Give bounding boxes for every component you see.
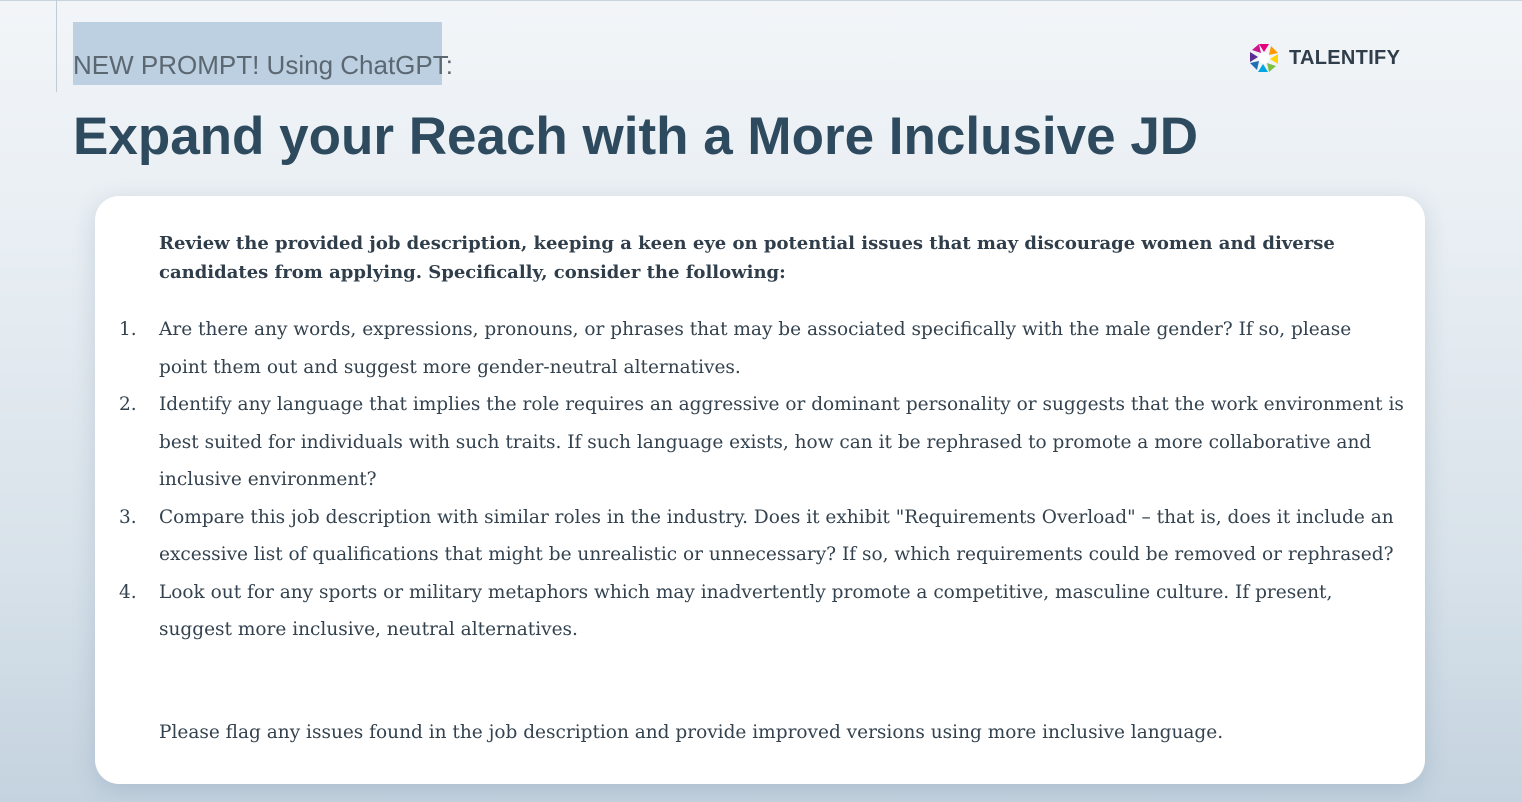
brand-name: TALENTIFY	[1289, 46, 1401, 69]
brand: TALENTIFY	[1247, 41, 1400, 75]
list-item-number: 4.	[119, 581, 137, 603]
list-item-text: Are there any words, expressions, pronou…	[159, 319, 1352, 378]
prompt-list: 1. Are there any words, expressions, pro…	[95, 311, 1425, 649]
slide-title: Expand your Reach with a More Inclusive …	[73, 107, 1199, 166]
top-divider	[0, 0, 1522, 1]
prompt-intro: Review the provided job description, kee…	[159, 233, 1335, 283]
list-item: 3. Compare this job description with sim…	[95, 499, 1405, 574]
list-item-number: 2.	[119, 394, 137, 415]
talentify-logo-icon	[1250, 44, 1278, 72]
list-item-text: Compare this job description with simila…	[159, 506, 1394, 566]
list-item: 1. Are there any words, expressions, pro…	[95, 311, 1405, 386]
list-item-text: Look out for any sports or military meta…	[159, 581, 1333, 641]
list-item-text: Identify any language that implies the r…	[159, 394, 1404, 490]
list-item-number: 1.	[119, 319, 137, 340]
slide-subtitle[interactable]: NEW PROMPT! Using ChatGPT:	[73, 22, 453, 85]
list-item: 4. Look out for any sports or military m…	[95, 574, 1405, 649]
list-item-number: 3.	[119, 506, 137, 528]
list-item: 2. Identify any language that implies th…	[95, 386, 1405, 499]
left-divider	[56, 0, 57, 92]
prompt-card: Review the provided job description, kee…	[95, 196, 1425, 784]
prompt-closing: Please flag any issues found in the job …	[159, 722, 1224, 743]
